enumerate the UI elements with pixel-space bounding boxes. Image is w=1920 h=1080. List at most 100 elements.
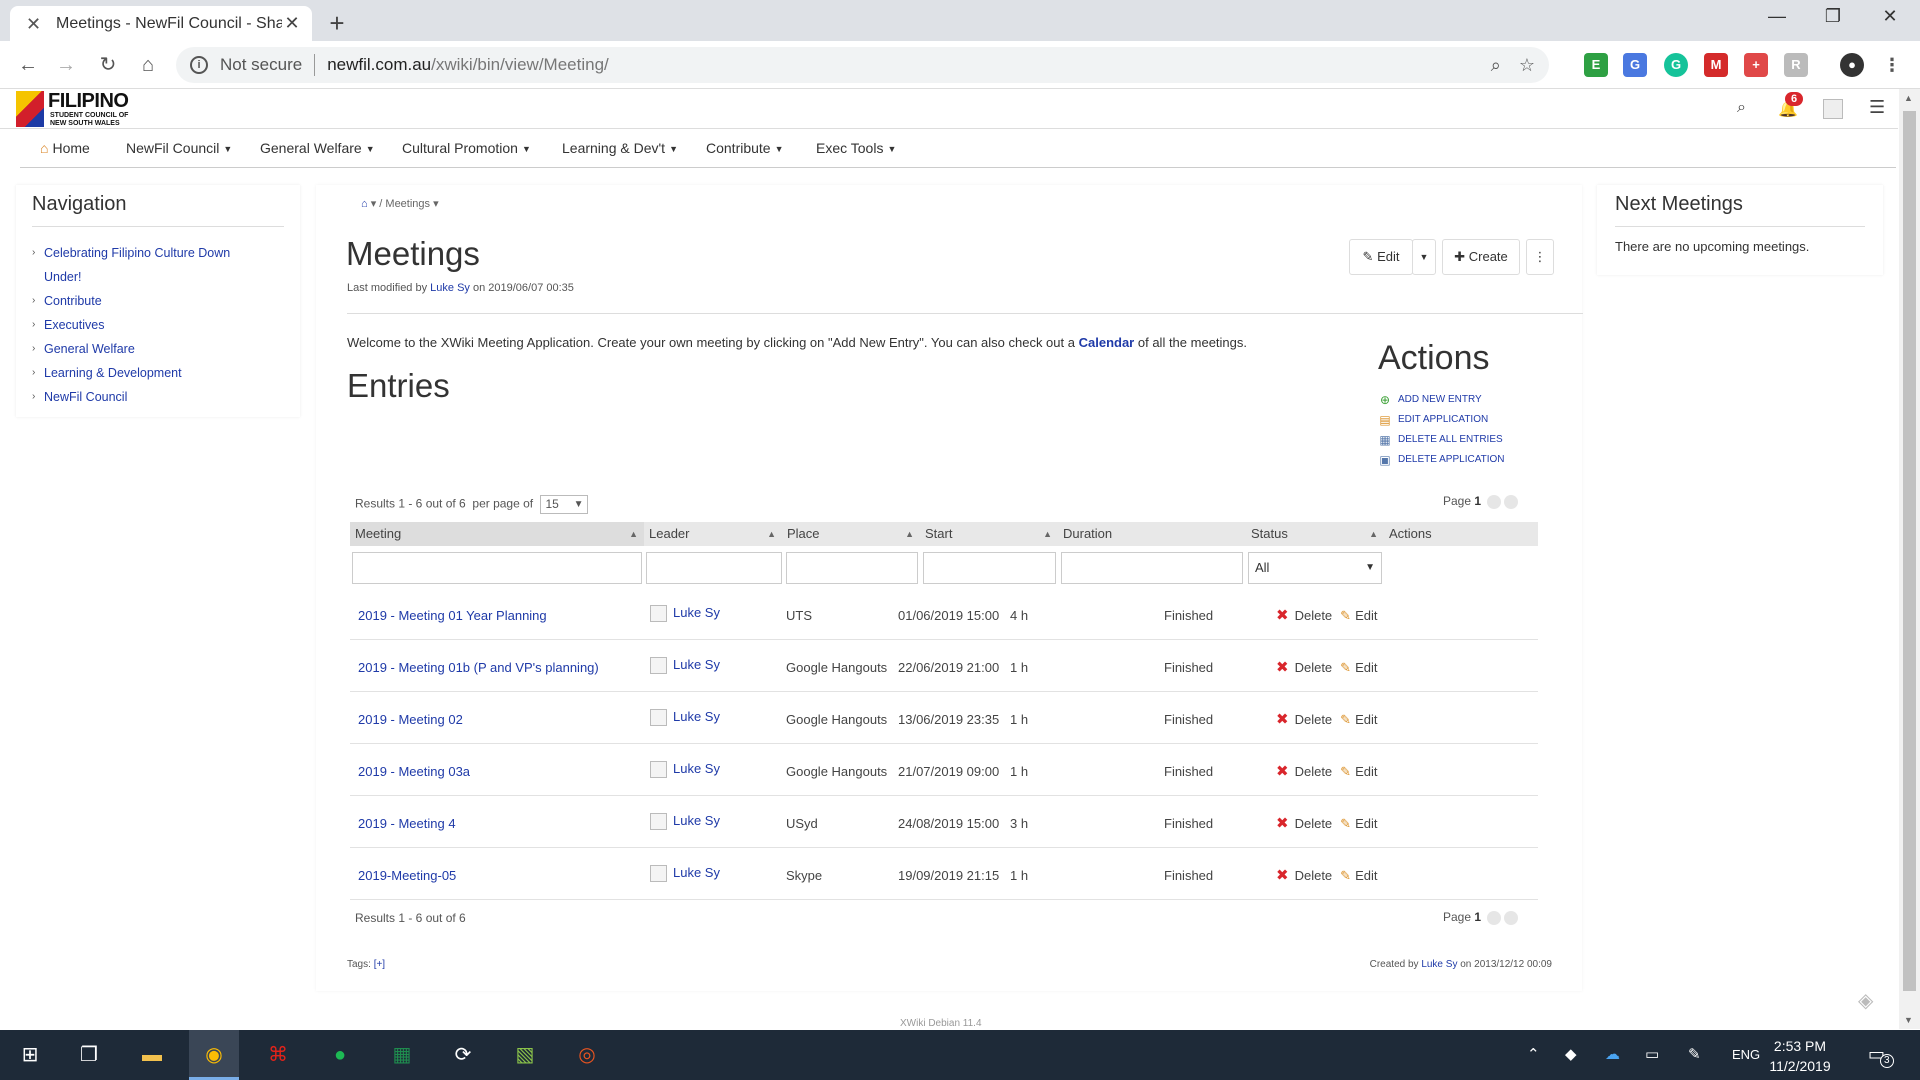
leader-link[interactable]: Luke Sy [673, 605, 720, 620]
nav-item-newfil-council[interactable]: › NewFil Council [32, 385, 284, 409]
grammarly-extension-icon[interactable]: G [1664, 53, 1688, 77]
create-button[interactable]: ✚ Create [1442, 239, 1520, 275]
prev-page-button[interactable] [1487, 494, 1502, 509]
menu-newfil-council[interactable]: NewFil Council ▼ [126, 140, 232, 156]
start-filter-input[interactable] [923, 552, 1056, 584]
nav-item-label[interactable]: Executives [44, 318, 104, 332]
sync-app-icon[interactable]: ⟳ [438, 1030, 488, 1080]
restore-button[interactable]: ❐ [1813, 6, 1853, 27]
breadcrumb-current[interactable]: Meetings [385, 198, 430, 210]
menu-exec-tools[interactable]: Exec Tools ▼ [816, 140, 896, 156]
edit-action[interactable]: ✎ Edit [1332, 660, 1377, 675]
duration-filter-input[interactable] [1061, 552, 1243, 584]
spotify-icon[interactable]: ● [315, 1030, 365, 1080]
nav-item-celebrating[interactable]: › Celebrating Filipino Culture Down [32, 241, 284, 265]
menu-contribute[interactable]: Contribute ▼ [706, 140, 784, 156]
meeting-link[interactable]: 2019 - Meeting 02 [358, 712, 463, 727]
add-tag-link[interactable]: [+] [374, 959, 385, 970]
meeting-link[interactable]: 2019 - Meeting 03a [358, 764, 470, 779]
leader-link[interactable]: Luke Sy [673, 657, 720, 672]
translate-extension-icon[interactable]: G [1623, 53, 1647, 77]
ubuntu-icon[interactable]: ◎ [562, 1030, 612, 1080]
nav-item-label[interactable]: Contribute [44, 294, 102, 308]
nav-item-label[interactable]: Celebrating Filipino Culture Down [44, 246, 230, 260]
edit-action[interactable]: ✎ Edit [1332, 712, 1377, 727]
edit-float-icon[interactable]: ◈ [1858, 988, 1873, 1013]
column-meeting[interactable]: Meeting ▲ [350, 522, 644, 546]
nav-item-general-welfare[interactable]: › General Welfare [32, 337, 284, 361]
delete-all-entries-link[interactable]: ▦ DELETE ALL ENTRIES [1378, 430, 1538, 450]
column-place[interactable]: Place ▲ [782, 522, 920, 546]
created-user[interactable]: Luke Sy [1421, 959, 1457, 970]
nav-item-contribute[interactable]: › Contribute [32, 289, 284, 313]
next-page-button[interactable] [1504, 910, 1519, 925]
nav-item-celebrating-cont[interactable]: Under! [32, 265, 284, 289]
calendar-link[interactable]: Calendar [1079, 335, 1135, 350]
profile-avatar-icon[interactable]: ● [1840, 53, 1864, 77]
clock[interactable]: 2:53 PM 11/2/2019 [1755, 1036, 1845, 1076]
close-window-button[interactable]: ✕ [1870, 6, 1910, 27]
breadcrumb-home-icon[interactable]: ⌂ [361, 198, 368, 210]
scroll-down-icon[interactable]: ▼ [1904, 1015, 1913, 1025]
add-new-entry-link[interactable]: ⊕ ADD NEW ENTRY [1378, 390, 1538, 410]
minimize-button[interactable]: — [1757, 6, 1797, 27]
meeting-link[interactable]: 2019 - Meeting 01 Year Planning [358, 608, 547, 623]
new-tab-button[interactable]: + [325, 8, 349, 39]
meeting-link[interactable]: 2019 - Meeting 4 [358, 816, 456, 831]
edit-action[interactable]: ✎ Edit [1332, 608, 1377, 623]
extension-plus-icon[interactable]: + [1744, 53, 1768, 77]
scrollbar-thumb[interactable] [1903, 111, 1916, 991]
battery-icon[interactable]: ▭ [1645, 1045, 1659, 1063]
hamburger-menu-icon[interactable]: ☰ [1869, 97, 1885, 118]
back-arrow-icon[interactable]: ← [14, 51, 42, 79]
delete-action[interactable]: ✖ Delete [1276, 763, 1332, 780]
leader-link[interactable]: Luke Sy [673, 761, 720, 776]
bookmark-star-icon[interactable]: ☆ [1519, 55, 1535, 76]
excel-icon[interactable]: ▦ [377, 1030, 427, 1080]
nav-item-label[interactable]: Learning & Development [44, 366, 182, 380]
tray-chevron-up-icon[interactable]: ⌃ [1527, 1045, 1540, 1063]
nav-item-label[interactable]: General Welfare [44, 342, 135, 356]
leader-link[interactable]: Luke Sy [673, 813, 720, 828]
leader-link[interactable]: Luke Sy [673, 709, 720, 724]
column-start[interactable]: Start ▲ [920, 522, 1058, 546]
address-bar[interactable]: i Not secure newfil.com.au/xwiki/bin/vie… [176, 47, 1549, 83]
edit-button[interactable]: ✎ Edit [1349, 239, 1413, 275]
dropbox-icon[interactable]: ◆ [1565, 1045, 1577, 1063]
tab-close-icon[interactable]: ✕ [282, 13, 302, 34]
home-icon[interactable]: ⌂ [134, 51, 162, 79]
delete-action[interactable]: ✖ Delete [1276, 607, 1332, 624]
per-page-select[interactable]: 15 ▼ [540, 495, 589, 514]
windows-start-icon[interactable]: ⊞ [5, 1030, 55, 1080]
info-icon[interactable]: i [190, 56, 208, 74]
edit-application-link[interactable]: ▤ EDIT APPLICATION [1378, 410, 1538, 430]
onedrive-icon[interactable]: ☁ [1605, 1045, 1620, 1063]
delete-application-link[interactable]: ▣ DELETE APPLICATION [1378, 450, 1538, 470]
edit-action[interactable]: ✎ Edit [1332, 764, 1377, 779]
nav-item-label[interactable]: NewFil Council [44, 390, 127, 404]
menu-cultural-promotion[interactable]: Cultural Promotion ▼ [402, 140, 531, 156]
leader-link[interactable]: Luke Sy [673, 865, 720, 880]
status-filter-select[interactable]: All ▼ [1248, 552, 1382, 584]
nav-item-learning[interactable]: › Learning & Development [32, 361, 284, 385]
next-page-button[interactable] [1504, 494, 1519, 509]
filipino-council-logo[interactable]: FILIPINO STUDENT COUNCIL OF NEW SOUTH WA… [16, 90, 146, 127]
image-app-icon[interactable]: ▧ [500, 1030, 550, 1080]
edit-action[interactable]: ✎ Edit [1332, 868, 1377, 883]
scroll-up-icon[interactable]: ▲ [1904, 93, 1913, 103]
evernote-extension-icon[interactable]: E [1584, 53, 1608, 77]
delete-action[interactable]: ✖ Delete [1276, 711, 1332, 728]
url-text[interactable]: newfil.com.au/xwiki/bin/view/Meeting/ [327, 55, 1473, 75]
more-actions-button[interactable]: ⋮ [1526, 239, 1554, 275]
meeting-link[interactable]: 2019 - Meeting 01b (P and VP's planning) [358, 660, 599, 675]
extension-red-icon[interactable]: M [1704, 53, 1728, 77]
edit-dropdown-button[interactable]: ▼ [1412, 239, 1436, 275]
column-status[interactable]: Status ▲ [1246, 522, 1384, 546]
edit-action[interactable]: ✎ Edit [1332, 816, 1377, 831]
zoom-icon[interactable]: ⌕ [1491, 55, 1501, 76]
last-modified-user[interactable]: Luke Sy [430, 282, 470, 294]
delete-action[interactable]: ✖ Delete [1276, 867, 1332, 884]
file-explorer-icon[interactable]: ▬ [127, 1030, 177, 1080]
prev-page-button[interactable] [1487, 910, 1502, 925]
search-icon[interactable]: ⌕ [1737, 99, 1746, 117]
